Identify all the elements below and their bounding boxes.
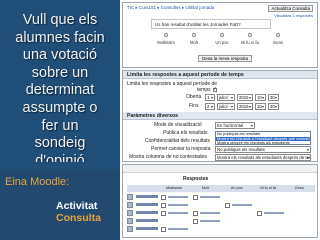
table-row: [127, 218, 315, 225]
option-molt[interactable]: Molt: [181, 33, 207, 51]
response-entry: [168, 196, 188, 198]
option-ni-fu-ni-fa[interactable]: Ni fu ni fa: [237, 33, 263, 51]
column-header: Moltíssim: [165, 186, 182, 190]
view-responses-link[interactable]: Visualitza 1 respostes: [274, 13, 313, 18]
column-header: Molt: [201, 186, 209, 190]
open-minute-select[interactable]: 30: [268, 94, 279, 101]
save-answer-button[interactable]: Desa la meva resposta: [198, 55, 253, 62]
option-label: Gens: [272, 40, 283, 45]
user-name: [136, 211, 158, 214]
activity-name: Consulta: [56, 212, 101, 224]
close-minute-select[interactable]: 30: [268, 103, 279, 110]
breadcrumb[interactable]: TIC ▸ Curs151 ▸ Consultes ▸ Utilitat jor…: [127, 5, 214, 11]
response-entry: [168, 212, 188, 214]
response-entry: [168, 204, 188, 206]
response-entry: [200, 196, 220, 198]
question-text: Us han resultat d'utilitat les Jornades …: [155, 22, 241, 27]
responses-title: Respostes: [183, 176, 209, 182]
table-row: [127, 210, 315, 217]
radio-button[interactable]: [248, 33, 252, 37]
option-label: Un poc: [215, 40, 229, 45]
top-toolbar: [123, 165, 317, 173]
show-unanswered-label: Mostra columna de no contestades: [129, 154, 207, 160]
tool-box: Eina Moodle: Activitat Consulta: [0, 170, 120, 240]
platform-label: Eina Moodle:: [5, 176, 70, 188]
column-header: [127, 185, 158, 192]
response-entry: [232, 204, 252, 206]
close-hour-select[interactable]: 10: [255, 103, 266, 110]
option-gens[interactable]: Gens: [265, 33, 291, 51]
option-un-poc[interactable]: Un poc: [209, 33, 235, 51]
select-checkbox[interactable]: [225, 202, 230, 208]
avatar: [127, 218, 133, 224]
left-panel: Vull que els alumnes facin una votació s…: [0, 0, 120, 240]
radio-button[interactable]: [192, 33, 196, 37]
time-limit-label-second: temps: [197, 87, 211, 93]
close-label: Fins: [189, 103, 199, 109]
slide-title: Vull que els alumnes facin una votació s…: [15, 12, 105, 162]
table-row: [127, 226, 315, 233]
select-checkbox[interactable]: [257, 210, 262, 216]
option-label: Moltíssim: [157, 40, 175, 45]
column-header: Gens: [294, 186, 304, 190]
select-checkbox[interactable]: [193, 194, 198, 200]
time-limit-section-header[interactable]: Limita les respostes a aquest període de…: [123, 71, 317, 79]
select-checkbox[interactable]: [161, 194, 166, 200]
update-answer-label: Permet canviar la resposta: [151, 146, 211, 152]
publish-results-dropdown[interactable]: No publiquis els resultats Mostra els re…: [215, 131, 311, 145]
activity-word: Activitat: [56, 200, 98, 212]
display-mode-select[interactable]: En horitzontal: [215, 122, 255, 129]
column-header: Un poc: [230, 186, 243, 190]
settings-screenshot: Limita les respostes a aquest període de…: [122, 70, 318, 162]
privacy-label: Confidencialitat dels resultats: [145, 138, 211, 144]
column-header: Ni fu ni fa: [259, 186, 276, 190]
option-label: Ni fu ni fa: [241, 40, 259, 45]
avatar: [127, 226, 133, 232]
responses-screenshot: Respostes Moltíssim Molt Un poc Ni fu ni…: [122, 164, 318, 238]
open-hour-select[interactable]: 10: [255, 94, 266, 101]
open-day-select[interactable]: 1: [205, 94, 215, 101]
time-limit-checkbox[interactable]: [213, 86, 217, 92]
close-month-select[interactable]: juliol: [217, 103, 235, 110]
select-checkbox[interactable]: [193, 210, 198, 216]
consultation-screenshot: TIC ▸ Curs151 ▸ Consultes ▸ Utilitat jor…: [122, 2, 318, 68]
select-checkbox[interactable]: [193, 218, 198, 224]
user-name: [136, 227, 158, 230]
response-entry: [168, 228, 188, 230]
publish-results-label: Publica els resultats: [163, 130, 208, 136]
responses-table-header: Moltíssim Molt Un poc Ni fu ni fa Gens: [127, 185, 315, 192]
publish-options-select[interactable]: Mostra els resultats als estudiants desp…: [215, 154, 311, 161]
avatar: [127, 194, 133, 200]
option-moltissim[interactable]: Moltíssim: [153, 33, 179, 51]
user-name: [136, 219, 158, 222]
close-day-select[interactable]: 2: [205, 103, 215, 110]
option-label: Molt: [190, 40, 198, 45]
avatar: [127, 202, 133, 208]
response-entry: [264, 212, 284, 214]
close-year-select[interactable]: 2015: [237, 103, 253, 110]
radio-button[interactable]: [276, 33, 280, 37]
response-entry: [200, 220, 220, 222]
misc-section-header[interactable]: Paràmetres diversos: [123, 112, 317, 120]
table-row: [127, 194, 315, 201]
radio-button[interactable]: [220, 33, 224, 37]
radio-button[interactable]: [164, 33, 168, 37]
display-mode-label: Mode de visualització: [154, 122, 202, 128]
select-checkbox[interactable]: [161, 210, 166, 216]
open-label: Oberta: [186, 94, 202, 100]
user-name: [136, 203, 158, 206]
update-consultation-button[interactable]: Actualitza Consulta: [268, 5, 313, 12]
open-year-select[interactable]: 2015: [237, 94, 253, 101]
select-checkbox[interactable]: [161, 202, 166, 208]
avatar: [127, 210, 133, 216]
select-checkbox[interactable]: [161, 226, 166, 232]
open-month-select[interactable]: juliol: [217, 94, 235, 101]
answer-options: Moltíssim Molt Un poc Ni fu ni fa Gens: [153, 33, 291, 51]
table-row: [127, 202, 315, 209]
question-box: Us han resultat d'utilitat les Jornades …: [151, 19, 271, 29]
publish-results-select[interactable]: No publiquis els resultats: [215, 146, 311, 153]
user-name: [136, 195, 158, 198]
response-entry: [200, 212, 220, 214]
